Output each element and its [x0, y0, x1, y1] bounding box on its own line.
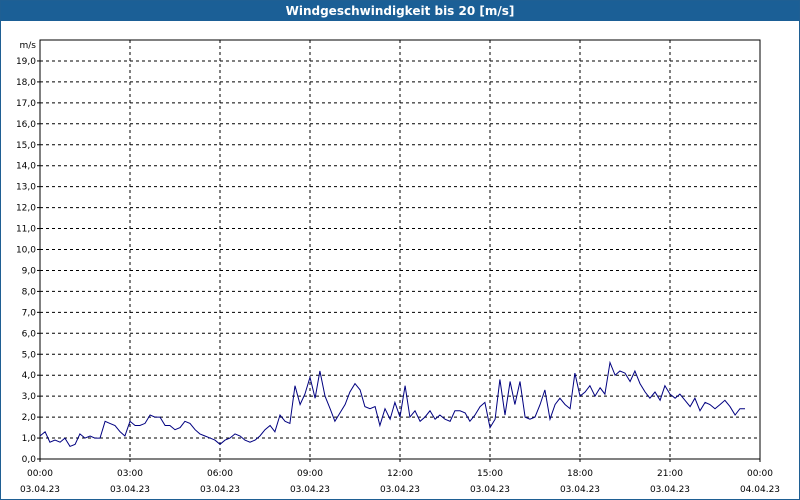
x-tick-time: 00:00 [27, 469, 53, 479]
y-tick-label: 1,0 [22, 434, 37, 444]
y-tick-label: 15,0 [16, 141, 36, 151]
y-tick-label: 12,0 [16, 204, 36, 214]
y-tick-label: 17,0 [16, 99, 36, 109]
x-tick-date: 04.04.23 [740, 485, 780, 495]
x-tick-time: 03:00 [117, 469, 143, 479]
x-tick-date: 03.04.23 [20, 485, 60, 495]
wind-speed-line [39, 360, 745, 448]
y-tick-label: 8,0 [22, 287, 37, 297]
y-tick-label: 0,0 [22, 455, 37, 465]
x-tick-date: 03.04.23 [650, 485, 690, 495]
y-tick-label: 3,0 [22, 392, 37, 402]
y-tick-label: 16,0 [16, 120, 36, 130]
x-tick-date: 03.04.23 [110, 485, 150, 495]
y-axis-label: m/s [20, 41, 37, 51]
y-tick-label: 11,0 [16, 225, 36, 235]
x-tick-time: 06:00 [207, 469, 233, 479]
y-tick-label: 7,0 [22, 308, 37, 318]
x-tick-time: 15:00 [477, 469, 503, 479]
x-tick-date: 03.04.23 [380, 485, 420, 495]
wind-speed-chart: 0,0 1,0 2,0 3,0 4,0 5,0 6,0 7,0 8,0 9,0 10,0 11,0 12… [16, 39, 780, 495]
y-tick-label: 9,0 [22, 266, 37, 276]
x-tick-time: 00:00 [747, 469, 773, 479]
x-tick-time: 09:00 [297, 469, 323, 479]
axis-layer [37, 39, 761, 462]
y-tick-label: 18,0 [16, 78, 36, 88]
series-layer [39, 360, 745, 448]
y-tick-label: 14,0 [16, 162, 36, 172]
x-tick-time: 18:00 [567, 469, 593, 479]
y-tick-label: 2,0 [22, 413, 37, 423]
y-tick-label: 10,0 [16, 246, 36, 256]
label-layer: 0,0 1,0 2,0 3,0 4,0 5,0 6,0 7,0 8,0 9,0 10,0 11,0 12… [16, 41, 780, 495]
y-tick-label: 13,0 [16, 183, 36, 193]
x-tick-date: 03.04.23 [470, 485, 510, 495]
y-tick-label: 19,0 [16, 57, 36, 67]
x-tick-time: 21:00 [657, 469, 683, 479]
y-tick-label: 4,0 [22, 371, 37, 381]
x-tick-date: 03.04.23 [290, 485, 330, 495]
x-tick-date: 03.04.23 [200, 485, 240, 495]
y-tick-label: 5,0 [22, 350, 37, 360]
x-tick-date: 03.04.23 [560, 485, 600, 495]
x-tick-time: 12:00 [387, 469, 413, 479]
y-tick-label: 6,0 [22, 329, 37, 339]
